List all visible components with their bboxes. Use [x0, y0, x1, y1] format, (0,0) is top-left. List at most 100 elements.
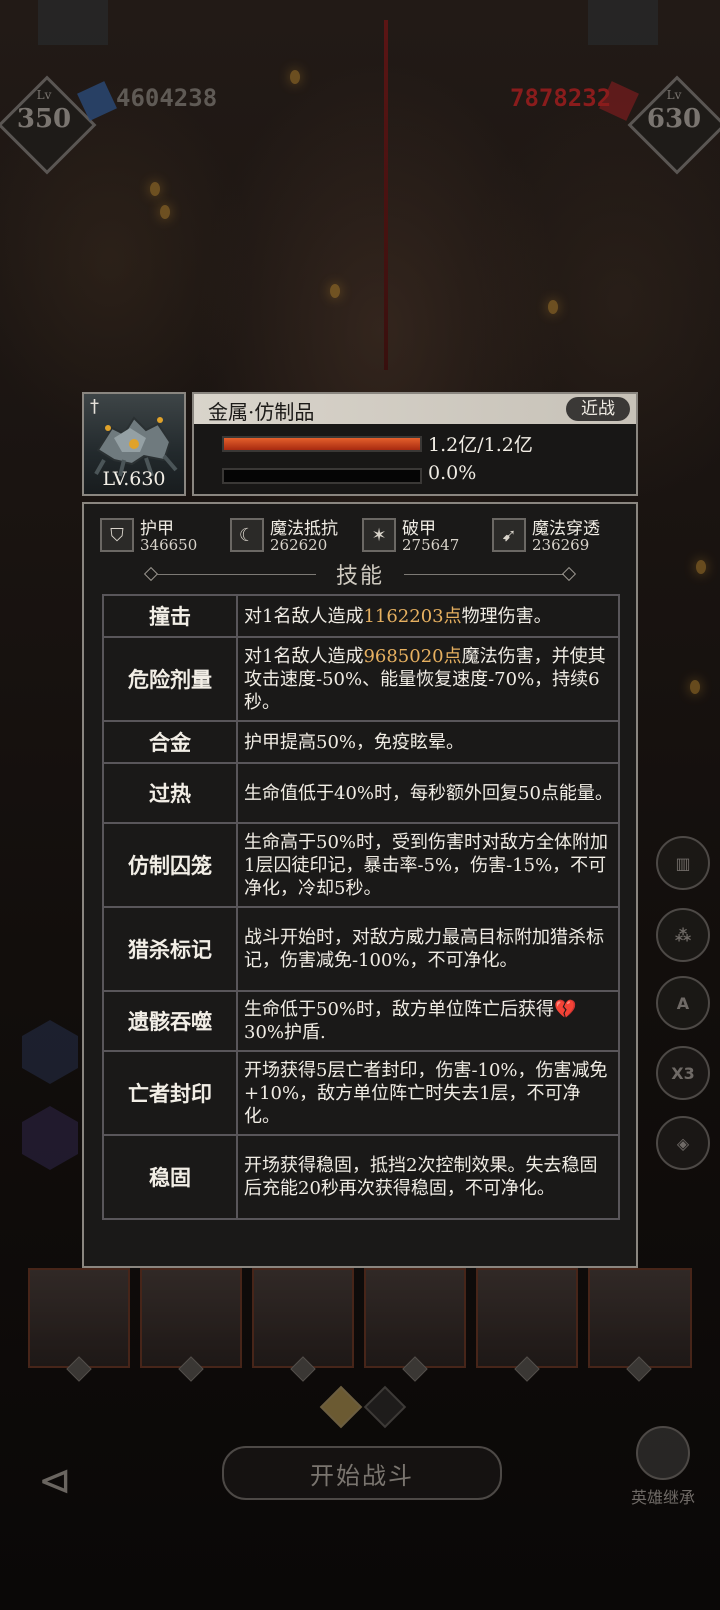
- skill-row: 遗骸吞噬 生命低于50%时，敌方单位阵亡后获得💔 30%护盾.: [102, 990, 620, 1052]
- skill-text: 战斗开始时，对敌方威力最高目标附加猎杀标记，伤害减免-100%，不可净化。: [244, 927, 604, 971]
- skill-text: 30%护盾.: [244, 1022, 326, 1043]
- skill-row: 仿制囚笼 生命高于50%时，受到伤害时对敌方全体附加1层囚徒印记，暴击率-5%，伤…: [102, 822, 620, 908]
- hero-inherit-icon: [636, 1426, 690, 1480]
- hp-bar: [222, 436, 422, 452]
- skill-text: 生命低于50%时，敌方单位阵亡后获得: [244, 999, 555, 1020]
- stat-value: 236269: [532, 536, 590, 554]
- back-arrow-icon[interactable]: ⊲: [38, 1458, 72, 1504]
- unit-level: LV.630: [102, 468, 166, 490]
- skill-text: 开场获得5层亡者封印，伤害-10%，伤害减免+10%，敌方单位阵亡时失去1层，不…: [244, 1059, 608, 1127]
- background-candle: [690, 680, 700, 694]
- skill-row: 猎杀标记 战斗开始时，对敌方威力最高目标附加猎杀标记，伤害减免-100%，不可净化…: [102, 906, 620, 992]
- magic-resist-icon: ☾: [230, 518, 264, 552]
- unit-detail-panel: ⛉ 护甲 346650 ☾ 魔法抵抗 262620 ✶ 破甲 275647 ➹ …: [82, 502, 638, 1268]
- skill-damage-value: 1162203点: [363, 605, 462, 627]
- skill-description: 护甲提高50%，免疫眩晕。: [236, 720, 620, 764]
- unit-name: 金属·仿制品: [208, 400, 315, 424]
- armor-break-icon: ✶: [362, 518, 396, 552]
- skill-name: 稳固: [102, 1134, 238, 1220]
- energy-text: 0.0%: [428, 462, 477, 484]
- stat-value: 275647: [402, 536, 460, 554]
- hero-card[interactable]: [364, 1268, 466, 1382]
- skill-row: 亡者封印 开场获得5层亡者封印，伤害-10%，伤害减免+10%，敌方单位阵亡时失去…: [102, 1050, 620, 1136]
- header-divider: [404, 574, 564, 575]
- background-window: [588, 0, 658, 45]
- broken-heart-icon: 💔: [554, 999, 577, 1020]
- skills-title: 技能: [335, 564, 384, 589]
- skill-name: 猎杀标记: [102, 906, 238, 992]
- skip-button[interactable]: ◈: [656, 1116, 710, 1170]
- left-level-tag: Lv: [36, 88, 52, 102]
- right-power: 7878232: [510, 84, 612, 112]
- right-level-tag: Lv: [666, 88, 682, 102]
- skills-header: 技能: [84, 558, 636, 590]
- hp-bar-fill: [224, 438, 420, 450]
- skill-description: 生命值低于40%时，每秒额外回复50点能量。: [236, 762, 620, 824]
- background-candle: [290, 70, 300, 84]
- auto-button[interactable]: A: [656, 976, 710, 1030]
- skill-row: 合金 护甲提高50%，免疫眩晕。: [102, 720, 620, 764]
- hero-card[interactable]: [476, 1268, 578, 1382]
- skill-description: 开场获得5层亡者封印，伤害-10%，伤害减免+10%，敌方单位阵亡时失去1层，不…: [236, 1050, 620, 1136]
- skill-text: 对1名敌人造成: [244, 645, 364, 667]
- energy-bar: [222, 468, 422, 484]
- background-window: [38, 0, 108, 45]
- left-level: 350: [16, 104, 72, 134]
- ornament-icon: [561, 566, 577, 582]
- skill-text: 开场获得稳固，抵挡2次控制效果。失去稳固后充能20秒再次获得稳固，不可净化。: [244, 1155, 598, 1199]
- skill-name: 危险剂量: [102, 636, 238, 722]
- speed-button[interactable]: X3: [656, 1046, 710, 1100]
- skill-text: 护甲提高50%，免疫眩晕。: [244, 731, 465, 753]
- skill-row: 稳固 开场获得稳固，抵挡2次控制效果。失去稳固后充能20秒再次获得稳固，不可净化。: [102, 1134, 620, 1220]
- skill-description: 对1名敌人造成1162203点物理伤害。: [236, 594, 620, 638]
- codex-button[interactable]: ▥: [656, 836, 710, 890]
- skill-description: 对1名敌人造成9685020点魔法伤害，并使其攻击速度-50%、能量恢复速度-7…: [236, 636, 620, 722]
- skill-text: 物理伤害。: [461, 605, 552, 627]
- background-candle: [330, 284, 340, 298]
- skill-name: 仿制囚笼: [102, 822, 238, 908]
- skill-text: 对1名敌人造成: [244, 605, 364, 627]
- armor-icon: ⛉: [100, 518, 134, 552]
- hero-inherit-button[interactable]: 英雄继承: [618, 1426, 708, 1508]
- skill-description: 生命低于50%时，敌方单位阵亡后获得💔 30%护盾.: [236, 990, 620, 1052]
- skill-text: 生命高于50%时，受到伤害时对敌方全体附加1层囚徒印记，暴击率-5%，伤害-15…: [244, 831, 609, 899]
- unit-type-badge: 近战: [566, 397, 630, 421]
- hero-card[interactable]: [588, 1268, 692, 1382]
- background-candle: [548, 300, 558, 314]
- left-power: 4604238: [116, 84, 218, 112]
- background-candle: [150, 182, 160, 196]
- unit-name-strip: 金属·仿制品 近战: [194, 394, 636, 424]
- skill-damage-value: 9685020点: [363, 645, 462, 667]
- formation-button[interactable]: ⁂: [656, 908, 710, 962]
- hero-card[interactable]: [140, 1268, 242, 1382]
- skill-row: 危险剂量 对1名敌人造成9685020点魔法伤害，并使其攻击速度-50%、能量恢复…: [102, 636, 620, 722]
- skill-name: 遗骸吞噬: [102, 990, 238, 1052]
- skill-description: 生命高于50%时，受到伤害时对敌方全体附加1层囚徒印记，暴击率-5%，伤害-15…: [236, 822, 620, 908]
- unit-header: 金属·仿制品 近战 1.2亿/1.2亿 0.0%: [192, 392, 638, 496]
- start-battle-button[interactable]: 开始战斗: [222, 1446, 502, 1500]
- skills-table: 撞击 对1名敌人造成1162203点物理伤害。 危险剂量 对1名敌人造成9685020…: [102, 594, 620, 1220]
- hero-inherit-label: 英雄继承: [630, 1488, 695, 1507]
- skill-name: 过热: [102, 762, 238, 824]
- hero-card[interactable]: [252, 1268, 354, 1382]
- magic-penetration-icon: ➹: [492, 518, 526, 552]
- skill-name: 亡者封印: [102, 1050, 238, 1136]
- skill-row: 过热 生命值低于40%时，每秒额外回复50点能量。: [102, 762, 620, 824]
- header-divider: [156, 574, 316, 575]
- stat-value: 262620: [270, 536, 328, 554]
- skill-description: 战斗开始时，对敌方威力最高目标附加猎杀标记，伤害减免-100%，不可净化。: [236, 906, 620, 992]
- stat-value: 346650: [140, 536, 198, 554]
- hero-card[interactable]: [28, 1268, 130, 1382]
- background-candle: [696, 560, 706, 574]
- skill-text: 生命值低于40%时，每秒额外回复50点能量。: [244, 782, 613, 804]
- skill-row: 撞击 对1名敌人造成1162203点物理伤害。: [102, 594, 620, 638]
- unit-portrait-art: [94, 416, 178, 477]
- hp-text: 1.2亿/1.2亿: [428, 434, 533, 456]
- right-level: 630: [646, 104, 702, 134]
- background-candle: [160, 205, 170, 219]
- background-rope: [384, 20, 388, 370]
- faction-cross-icon: †: [90, 396, 99, 417]
- unit-portrait: † LV.630: [82, 392, 186, 496]
- skill-description: 开场获得稳固，抵挡2次控制效果。失去稳固后充能20秒再次获得稳固，不可净化。: [236, 1134, 620, 1220]
- skill-name: 合金: [102, 720, 238, 764]
